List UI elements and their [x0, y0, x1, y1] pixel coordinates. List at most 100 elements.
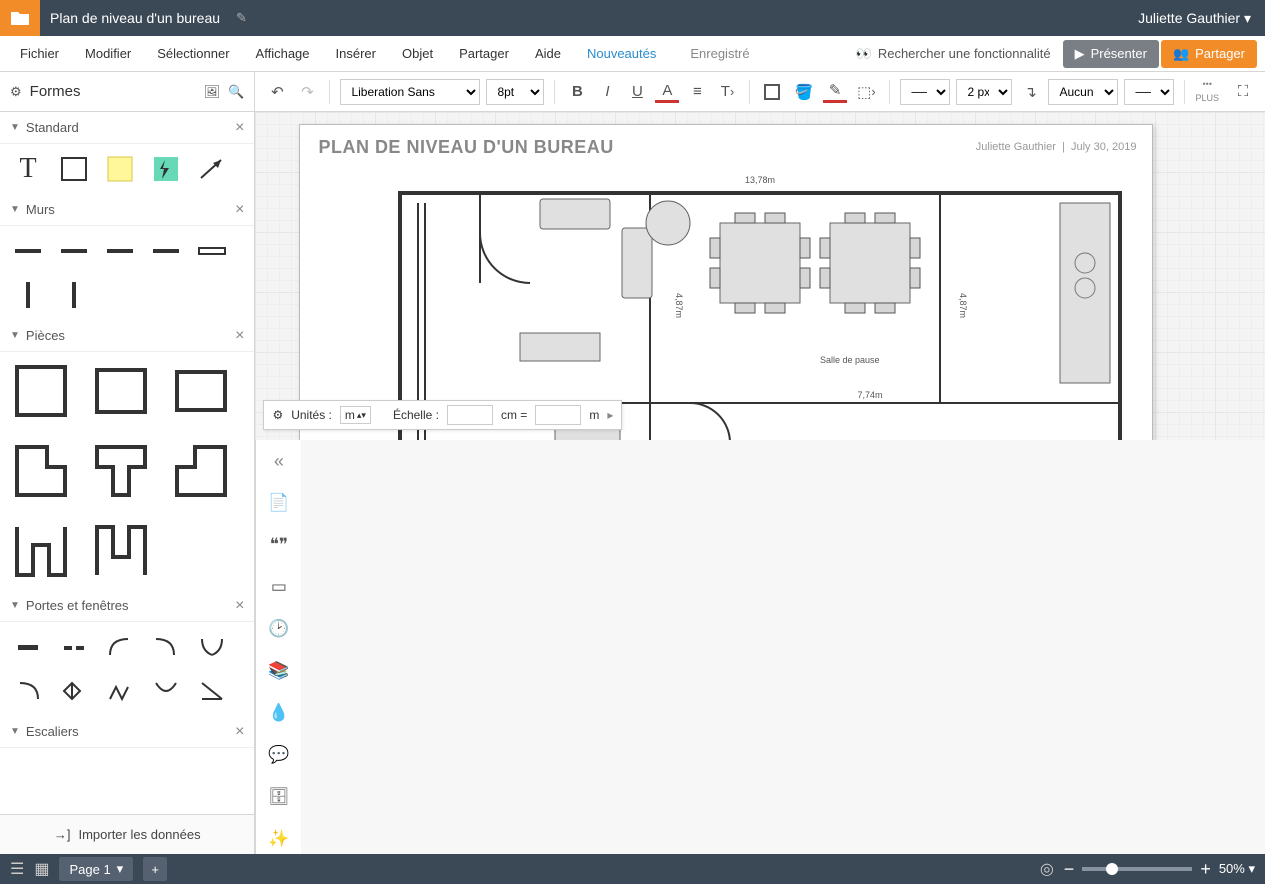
shape-door-5[interactable]: [194, 630, 230, 664]
shape-door-8[interactable]: [102, 674, 138, 708]
section-stairs[interactable]: ▼ Escaliers ×: [0, 716, 254, 748]
document-title[interactable]: Plan de niveau d'un bureau: [40, 10, 230, 26]
doc-settings-icon[interactable]: 📄: [264, 488, 294, 518]
shape-door-4[interactable]: [148, 630, 184, 664]
shape-arrow[interactable]: [194, 152, 230, 186]
underline-button[interactable]: U: [625, 78, 649, 106]
zoom-value[interactable]: 50% ▾: [1219, 861, 1255, 877]
text-color-button[interactable]: A: [655, 81, 679, 103]
menu-modifier[interactable]: Modifier: [73, 40, 143, 67]
shape-room-3[interactable]: [170, 360, 232, 422]
shape-room-1[interactable]: [10, 360, 72, 422]
close-icon[interactable]: ×: [235, 201, 244, 219]
shape-room-U2[interactable]: [90, 520, 152, 582]
zoom-out-button[interactable]: −: [1064, 859, 1075, 880]
fill-color-button[interactable]: 🪣: [790, 78, 817, 106]
rename-icon[interactable]: ✎: [236, 10, 247, 26]
canvas[interactable]: PLAN DE NIVEAU D'UN BUREAU Juliette Gaut…: [255, 112, 1265, 440]
border-color-button[interactable]: ✎: [823, 81, 847, 103]
present-panel-icon[interactable]: ▭: [264, 572, 294, 602]
chevron-right-icon[interactable]: ▸: [607, 408, 613, 422]
close-icon[interactable]: ×: [235, 119, 244, 137]
shape-options-button[interactable]: ⬚›: [853, 78, 879, 106]
units-select[interactable]: m ▴▾: [340, 406, 371, 424]
line-style-select[interactable]: ───: [900, 79, 950, 105]
shape-room-2[interactable]: [90, 360, 152, 422]
menu-nouveautes[interactable]: Nouveautés: [575, 40, 668, 67]
fontsize-select[interactable]: 8pt: [486, 79, 544, 105]
shape-door-10[interactable]: [194, 674, 230, 708]
close-icon[interactable]: ×: [235, 597, 244, 615]
share-button[interactable]: 👥 Partager: [1161, 40, 1257, 68]
history-icon[interactable]: 🕑: [264, 614, 294, 644]
user-menu[interactable]: Juliette Gauthier ▾: [1124, 10, 1265, 27]
zoom-in-button[interactable]: +: [1200, 859, 1211, 880]
section-doors[interactable]: ▼ Portes et fenêtres ×: [0, 590, 254, 622]
gear-icon[interactable]: ⚙: [10, 84, 22, 100]
feature-search[interactable]: 👀 Rechercher une fonctionnalité: [846, 46, 1061, 62]
line-path-button[interactable]: ↴: [1018, 78, 1042, 106]
shape-wall-4[interactable]: [148, 234, 184, 268]
line-end-select[interactable]: ──▶: [1124, 79, 1174, 105]
section-standard[interactable]: ▼ Standard ×: [0, 112, 254, 144]
layers-icon[interactable]: 📚: [264, 656, 294, 686]
close-icon[interactable]: ×: [235, 723, 244, 741]
text-options-button[interactable]: T›: [715, 78, 739, 106]
shape-fill-button[interactable]: [760, 78, 784, 106]
image-icon[interactable]: 🖼: [204, 84, 221, 100]
shape-wall-3[interactable]: [102, 234, 138, 268]
menu-inserer[interactable]: Insérer: [324, 40, 388, 67]
shape-note[interactable]: [102, 152, 138, 186]
shape-text[interactable]: T: [10, 152, 46, 186]
shape-door-7[interactable]: [56, 674, 92, 708]
line-start-select[interactable]: Aucun: [1048, 79, 1118, 105]
shape-door-6[interactable]: [10, 674, 46, 708]
menu-fichier[interactable]: Fichier: [8, 40, 71, 67]
menu-affichage[interactable]: Affichage: [244, 40, 322, 67]
close-icon[interactable]: ×: [235, 327, 244, 345]
menu-selectionner[interactable]: Sélectionner: [145, 40, 241, 67]
present-button[interactable]: ▶ Présenter: [1063, 40, 1159, 68]
shape-wall-2[interactable]: [56, 234, 92, 268]
section-walls[interactable]: ▼ Murs ×: [0, 194, 254, 226]
shape-rect[interactable]: [56, 152, 92, 186]
home-folder-button[interactable]: [0, 0, 40, 36]
menu-aide[interactable]: Aide: [523, 40, 573, 67]
menu-partager[interactable]: Partager: [447, 40, 521, 67]
theme-icon[interactable]: 💧: [264, 698, 294, 728]
shape-wall-v1[interactable]: [10, 278, 46, 312]
grid-view-icon[interactable]: ▦: [34, 859, 49, 879]
undo-button[interactable]: ↶: [265, 78, 289, 106]
shape-door-2[interactable]: [56, 630, 92, 664]
shape-room-L2[interactable]: [170, 440, 232, 502]
accessibility-icon[interactable]: ◎: [1040, 859, 1054, 879]
shape-door-3[interactable]: [102, 630, 138, 664]
shape-wall-1[interactable]: [10, 234, 46, 268]
font-select[interactable]: Liberation Sans: [340, 79, 480, 105]
shape-room-T[interactable]: [90, 440, 152, 502]
gear-icon[interactable]: ⚙: [272, 408, 283, 422]
comments-icon[interactable]: ❝❞: [264, 530, 294, 560]
data-icon[interactable]: 🗄: [264, 782, 294, 812]
scale-cm-input[interactable]: [447, 405, 493, 425]
italic-button[interactable]: I: [595, 78, 619, 106]
shape-room-L1[interactable]: [10, 440, 72, 502]
redo-button[interactable]: ↷: [295, 78, 319, 106]
outline-view-icon[interactable]: ☰: [10, 859, 24, 879]
chat-icon[interactable]: 💬: [264, 740, 294, 770]
bold-button[interactable]: B: [565, 78, 589, 106]
collapse-dock-button[interactable]: «: [264, 446, 294, 476]
page-tab[interactable]: Page 1 ▾: [59, 857, 133, 881]
magic-icon[interactable]: ✨: [264, 824, 294, 854]
line-width-select[interactable]: 2 px: [956, 79, 1012, 105]
fullscreen-button[interactable]: ⛶: [1231, 78, 1255, 106]
section-rooms[interactable]: ▼ Pièces ×: [0, 320, 254, 352]
add-page-button[interactable]: +: [143, 857, 167, 881]
more-tools-button[interactable]: •••PLUS: [1195, 78, 1219, 105]
align-button[interactable]: ≡: [685, 78, 709, 106]
shape-door-1[interactable]: [10, 630, 46, 664]
zoom-slider[interactable]: [1082, 867, 1192, 871]
page-frame[interactable]: PLAN DE NIVEAU D'UN BUREAU Juliette Gaut…: [299, 124, 1153, 440]
scale-m-input[interactable]: [535, 405, 581, 425]
shape-wall-v2[interactable]: [56, 278, 92, 312]
